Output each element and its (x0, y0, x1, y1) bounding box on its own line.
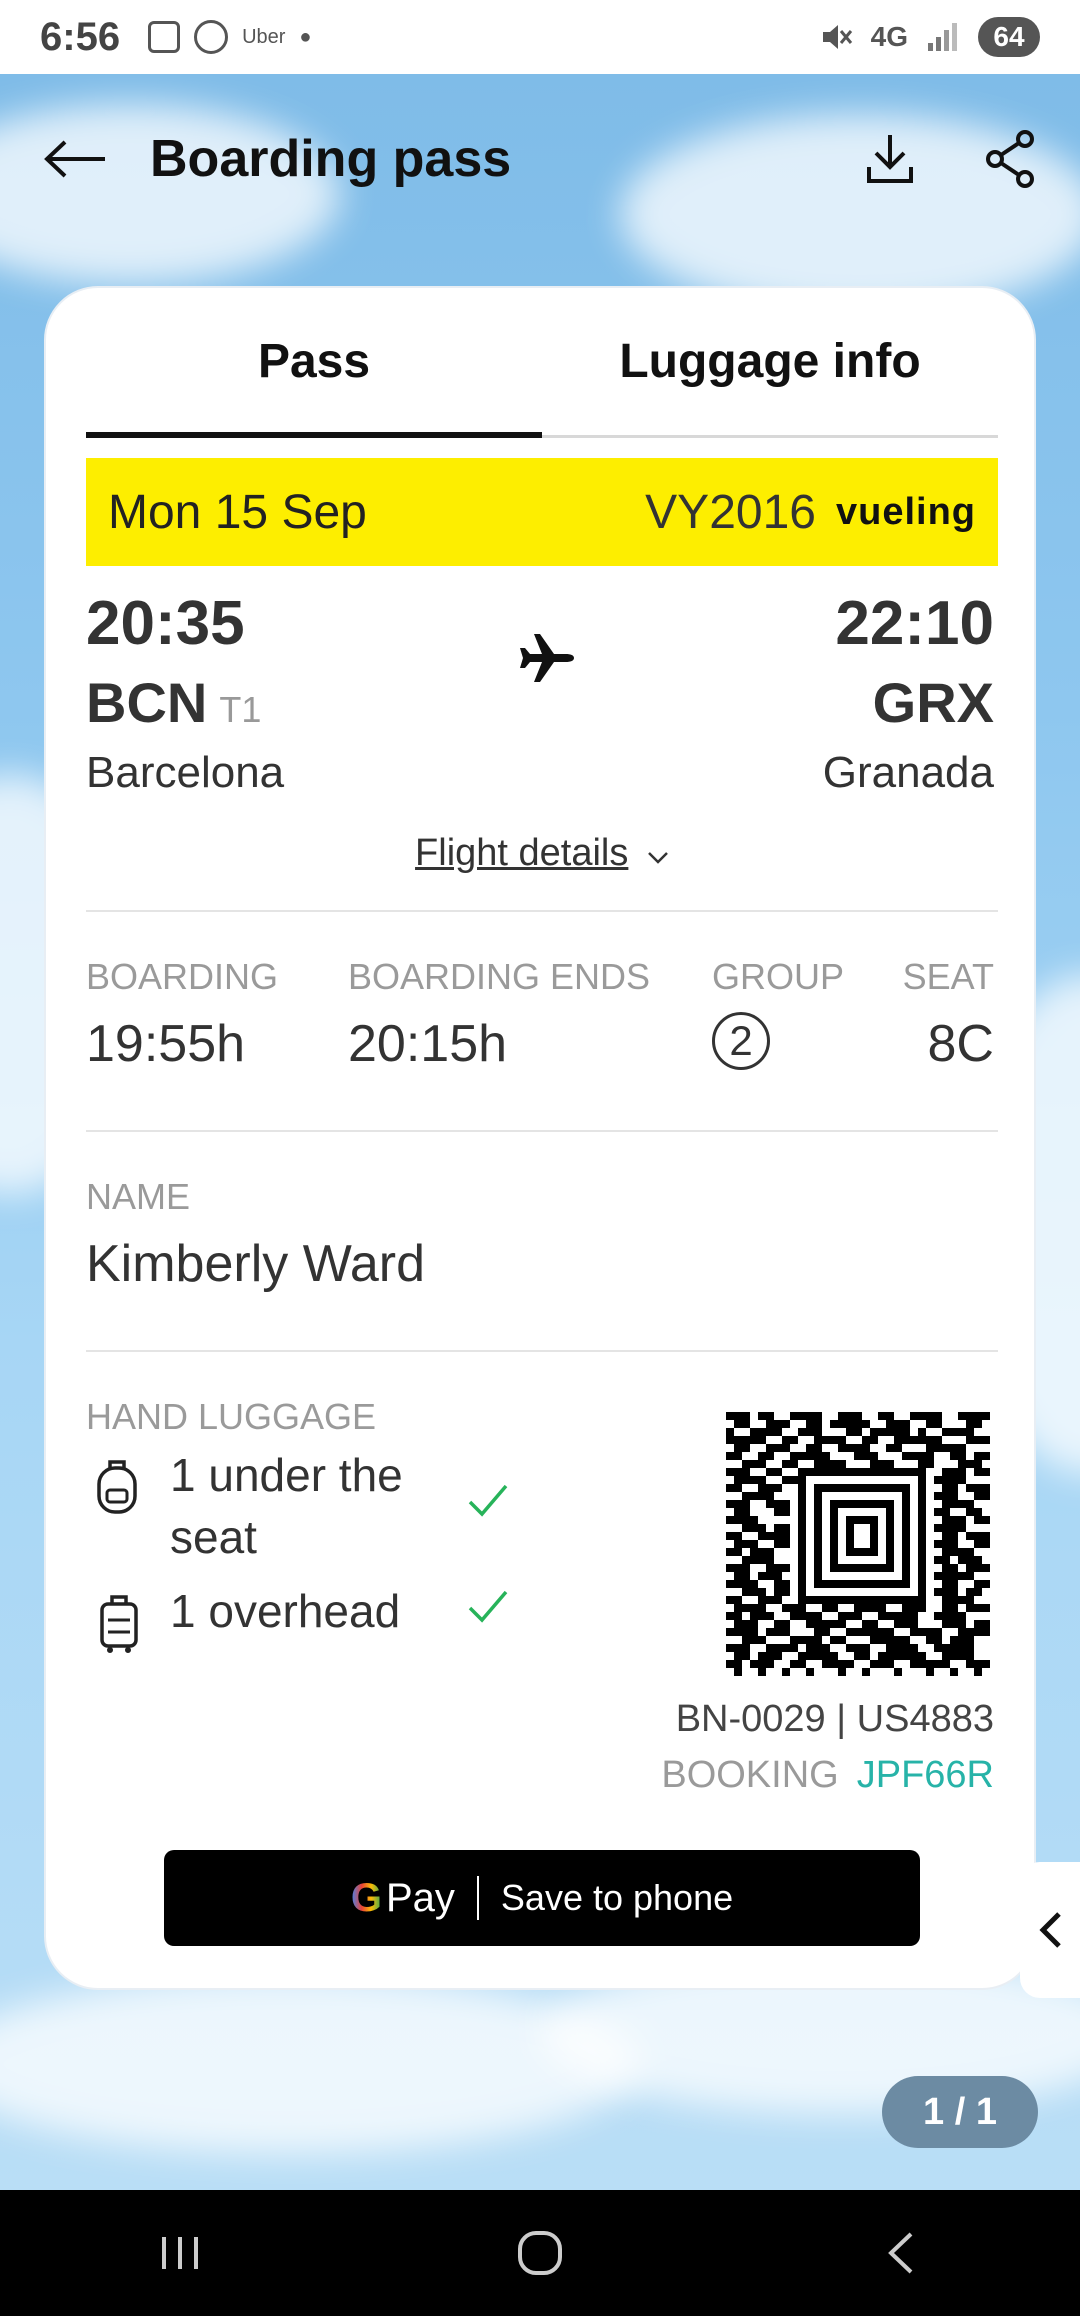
seat-value: 8C (927, 1015, 994, 1073)
notification-icons: Uber ● (148, 20, 312, 54)
boarding-ends-label: BOARDING ENDS (348, 956, 651, 997)
page-title: Boarding pass (150, 130, 512, 188)
more-notifications-dot-icon: ● (299, 25, 312, 48)
battery-indicator: 64 (978, 17, 1040, 57)
boarding-label: BOARDING (86, 956, 279, 997)
status-time: 6:56 (40, 14, 121, 59)
boarding-pass-card: Pass Luggage info Mon 15 Sep VY2016 vuel… (44, 286, 1036, 1990)
home-icon (518, 2231, 562, 2275)
chevron-down-icon (648, 852, 668, 864)
chevron-left-icon (1039, 1912, 1061, 1948)
back-arrow-icon (44, 140, 105, 178)
google-g-icon: G (351, 1876, 382, 1921)
departure-code: BCN (86, 671, 208, 734)
divider (86, 1350, 998, 1352)
system-nav-bar (0, 2190, 1080, 2316)
signal-icon (928, 23, 957, 51)
tab-bar: Pass Luggage info (86, 288, 998, 438)
mute-icon (822, 25, 852, 49)
luggage-item-line: 1 under the (170, 1449, 403, 1501)
group-label: GROUP (712, 956, 845, 997)
check-icon (468, 1484, 508, 1517)
arrival-city: Granada (822, 748, 994, 797)
tab-pass[interactable]: Pass (86, 288, 542, 438)
reference-number: BN-0029 | US4883 (675, 1698, 994, 1740)
flight-details-label: Flight details (415, 832, 629, 874)
departure-city: Barcelona (86, 748, 285, 797)
google-g-letter: G (350, 1875, 382, 1920)
side-panel-handle[interactable] (1020, 1862, 1080, 1998)
save-to-phone-label: Save to phone (500, 1877, 734, 1918)
screenshot-notification-icon (148, 21, 181, 53)
departure-terminal: T1 (219, 689, 262, 730)
status-bar: 6:56 Uber ● 4G 64 (0, 0, 1080, 74)
boarding-time: 19:55h (86, 1015, 246, 1073)
page-indicator: 1 / 1 (882, 2076, 1038, 2148)
seat-label: SEAT (902, 956, 994, 997)
luggage-item-line: seat (170, 1511, 257, 1563)
departure-airport: BCN T1 (86, 670, 261, 735)
arrival-time: 22:10 (835, 589, 994, 658)
system-back-button[interactable] (840, 2213, 960, 2293)
save-to-google-pay-button[interactable]: G Pay Save to phone (164, 1850, 920, 1946)
download-icon (867, 135, 913, 183)
backpack-icon (97, 1460, 137, 1514)
flight-details-link[interactable]: Flight details (46, 832, 1038, 875)
hand-luggage-label: HAND LUGGAGE (86, 1396, 377, 1437)
boarding-ends-time: 20:15h (348, 1015, 508, 1073)
luggage-item-overhead: 1 overhead (170, 1585, 401, 1637)
download-button[interactable] (860, 129, 920, 189)
home-button[interactable] (480, 2213, 600, 2293)
whatsapp-notification-icon (194, 20, 229, 54)
airplane-icon (520, 634, 574, 682)
departure-time: 20:35 (86, 589, 245, 658)
booking-code: JPF66R (856, 1754, 994, 1796)
flight-banner: Mon 15 Sep VY2016 vueling (86, 458, 998, 566)
share-icon (986, 130, 1034, 188)
button-separator (476, 1876, 479, 1920)
network-indicator: 4G (870, 21, 908, 52)
group-value: 2 (729, 1017, 753, 1064)
uber-notification-label: Uber (242, 25, 286, 48)
divider (86, 1130, 998, 1132)
back-button[interactable] (40, 124, 110, 194)
share-button[interactable] (980, 129, 1040, 189)
booking-reference: BOOKING JPF66R (661, 1754, 994, 1797)
pay-word: Pay (385, 1875, 455, 1920)
luggage-item-under-seat: 1 under the seat (170, 1444, 403, 1568)
back-chevron-icon (888, 2232, 913, 2274)
recent-apps-icon (162, 2237, 198, 2269)
flight-date: Mon 15 Sep (108, 485, 367, 539)
app-header: Boarding pass (0, 74, 1080, 244)
passenger-name: Kimberly Ward (86, 1235, 426, 1293)
divider (86, 910, 998, 912)
group-badge: 2 (712, 1012, 770, 1070)
check-icon (468, 1590, 508, 1623)
trolley-icon (100, 1595, 138, 1653)
name-label: NAME (86, 1176, 191, 1217)
arrival-code: GRX (872, 671, 994, 734)
airline-logo: vueling (835, 490, 976, 533)
flight-number: VY2016 (645, 485, 816, 539)
booking-label: BOOKING (661, 1754, 839, 1796)
boarding-qr-code (726, 1412, 990, 1676)
status-right: 4G 64 (819, 17, 1040, 57)
tab-luggage-info[interactable]: Luggage info (542, 288, 998, 435)
recent-apps-button[interactable] (120, 2213, 240, 2293)
header-actions (860, 129, 1040, 189)
